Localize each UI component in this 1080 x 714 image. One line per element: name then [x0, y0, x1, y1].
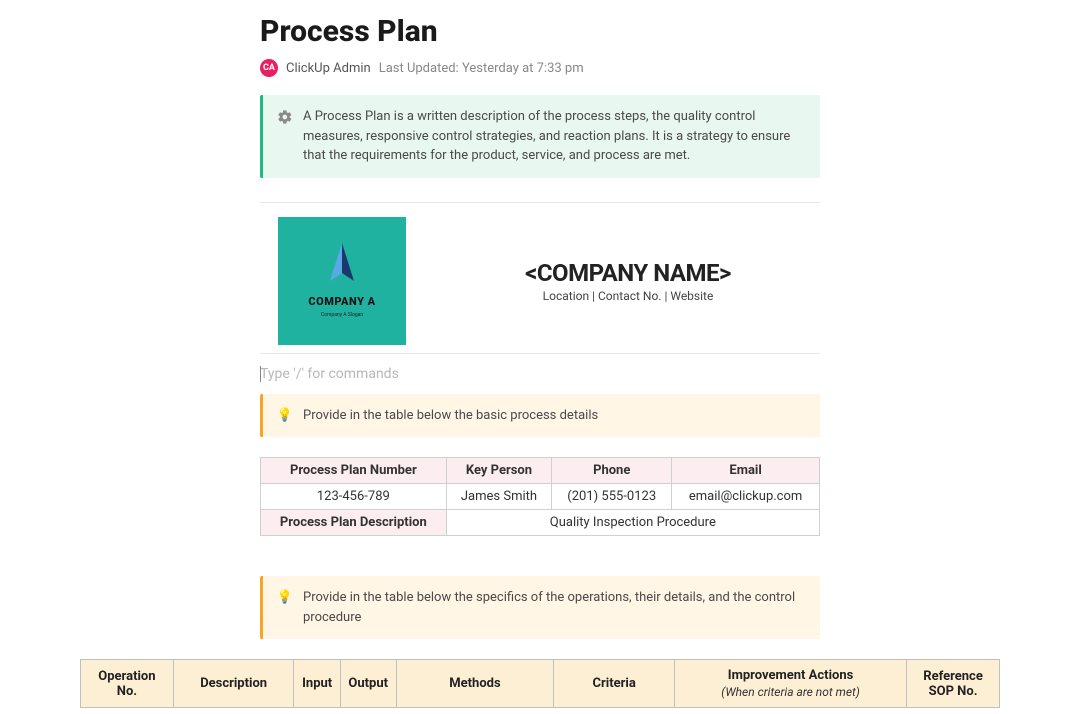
gear-icon	[277, 109, 293, 125]
author-name[interactable]: ClickUp Admin	[286, 61, 371, 76]
operations-table[interactable]: Operation No. Description Input Output M…	[80, 659, 1000, 708]
company-text-block: <COMPANY NAME> Location | Contact No. | …	[436, 259, 820, 303]
updated-label-text: Last Updated:	[379, 61, 459, 76]
intro-callout-text: A Process Plan is a written description …	[303, 107, 806, 166]
company-subline[interactable]: Location | Contact No. | Website	[436, 289, 820, 303]
improvement-sub: (When criteria are not met)	[681, 685, 900, 699]
logo-mark-icon	[324, 243, 360, 285]
lightbulb-icon: 💡	[277, 590, 293, 606]
col-op-description: Description	[173, 660, 294, 708]
table-row: Process Plan Number Key Person Phone Ema…	[261, 458, 820, 484]
improvement-main: Improvement Actions	[728, 668, 854, 683]
process-details-table[interactable]: Process Plan Number Key Person Phone Ema…	[260, 457, 820, 536]
company-name-placeholder[interactable]: <COMPANY NAME>	[436, 259, 820, 287]
page-title: Process Plan	[260, 14, 820, 49]
cell-phone[interactable]: (201) 555-0123	[552, 484, 672, 510]
author-avatar[interactable]: CA	[260, 59, 278, 77]
updated-value-text: Yesterday at 7:33 pm	[462, 61, 584, 76]
cell-description-value[interactable]: Quality Inspection Procedure	[446, 510, 819, 536]
col-op-methods: Methods	[396, 660, 554, 708]
table-header-row: Operation No. Description Input Output M…	[81, 660, 1000, 708]
details-callout-text: Provide in the table below the basic pro…	[303, 406, 598, 426]
lightbulb-icon: 💡	[277, 408, 293, 424]
col-email: Email	[672, 458, 820, 484]
col-op-output: Output	[340, 660, 396, 708]
col-op-no: Operation No.	[81, 660, 174, 708]
col-phone: Phone	[552, 458, 672, 484]
cell-key-person[interactable]: James Smith	[446, 484, 552, 510]
company-header-row: COMPANY A Company A Slogan <COMPANY NAME…	[260, 213, 820, 354]
col-op-improvement: Improvement Actions (When criteria are n…	[675, 660, 907, 708]
cell-plan-number[interactable]: 123-456-789	[261, 484, 447, 510]
slash-command-input[interactable]: Type '/' for commands	[260, 364, 820, 384]
table-row: Process Plan Description Quality Inspect…	[261, 510, 820, 536]
last-updated-label: Last Updated: Yesterday at 7:33 pm	[379, 61, 584, 76]
doc-meta-row: CA ClickUp Admin Last Updated: Yesterday…	[260, 59, 820, 77]
col-op-reference: Reference SOP No.	[907, 660, 1000, 708]
col-op-criteria: Criteria	[554, 660, 675, 708]
cell-description-label: Process Plan Description	[261, 510, 447, 536]
divider	[260, 202, 820, 203]
ops-callout: 💡 Provide in the table below the specifi…	[260, 576, 820, 639]
col-op-input: Input	[294, 660, 340, 708]
intro-callout: A Process Plan is a written description …	[260, 95, 820, 178]
col-plan-number: Process Plan Number	[261, 458, 447, 484]
logo-company-name: COMPANY A	[308, 295, 375, 308]
ops-callout-text: Provide in the table below the specifics…	[303, 588, 806, 627]
logo-company-slogan: Company A Slogan	[321, 312, 363, 318]
company-logo: COMPANY A Company A Slogan	[278, 217, 406, 345]
col-key-person: Key Person	[446, 458, 552, 484]
table-row: 123-456-789 James Smith (201) 555-0123 e…	[261, 484, 820, 510]
cell-email[interactable]: email@clickup.com	[672, 484, 820, 510]
details-callout: 💡 Provide in the table below the basic p…	[260, 394, 820, 438]
